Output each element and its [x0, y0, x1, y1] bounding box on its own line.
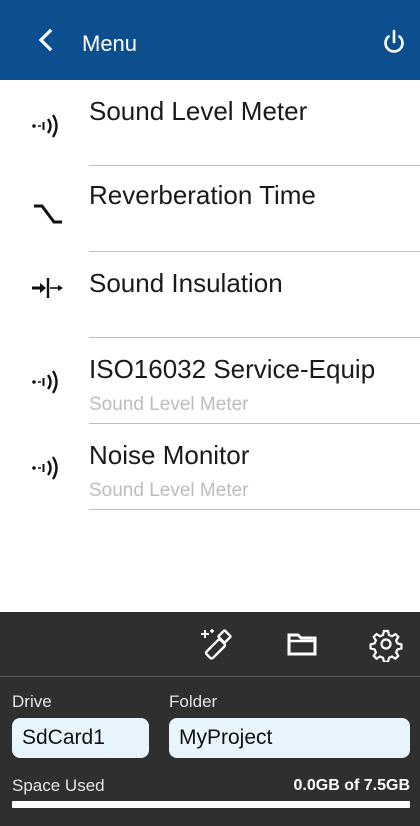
- menu-item-sound-insulation[interactable]: Sound Insulation: [0, 252, 420, 338]
- menu-item-title: ISO16032 Service-Equip: [89, 354, 376, 384]
- sound-wave-icon: [32, 456, 58, 480]
- menu-item-subtitle: Sound Level Meter: [89, 394, 249, 415]
- footer-toolbar: [0, 612, 420, 676]
- menu-item-title: Sound Insulation: [89, 268, 283, 298]
- decay-curve-icon: [34, 204, 62, 224]
- divider: [89, 509, 420, 510]
- folder-label: Folder: [169, 692, 218, 711]
- page-title: Menu: [82, 31, 138, 56]
- menu-item-iso16032-service-equip[interactable]: ISO16032 Service-Equip Sound Level Meter: [0, 338, 420, 424]
- menu-item-title: Sound Level Meter: [89, 96, 308, 126]
- divider: [0, 676, 420, 677]
- space-used-label: Space Used: [12, 776, 105, 795]
- chevron-left-icon[interactable]: [34, 28, 58, 52]
- insulation-arrows-icon: [32, 278, 63, 298]
- menu-item-noise-monitor[interactable]: Noise Monitor Sound Level Meter: [0, 424, 420, 510]
- sound-wave-icon: [32, 370, 58, 394]
- gear-icon[interactable]: [368, 626, 404, 662]
- menu-item-title: Reverberation Time: [89, 180, 316, 210]
- app-header: Menu: [0, 0, 420, 80]
- storage-panel: Drive Folder SdCard1 MyProject Space Use…: [0, 612, 420, 826]
- space-used-bar: [12, 801, 410, 808]
- drive-field[interactable]: SdCard1: [12, 718, 149, 758]
- menu-item-sound-level-meter[interactable]: Sound Level Meter: [0, 80, 420, 166]
- menu-item-reverberation-time[interactable]: Reverberation Time: [0, 166, 420, 252]
- menu-item-subtitle: Sound Level Meter: [89, 480, 249, 501]
- folder-icon[interactable]: [284, 626, 320, 662]
- power-icon[interactable]: [380, 28, 408, 56]
- space-used-value: 0.0GB of 7.5GB: [293, 777, 410, 794]
- menu-item-title: Noise Monitor: [89, 440, 250, 470]
- calibration-wand-icon[interactable]: [199, 626, 235, 662]
- drive-label: Drive: [12, 692, 52, 711]
- sound-wave-icon: [32, 114, 58, 138]
- folder-field[interactable]: MyProject: [169, 718, 410, 758]
